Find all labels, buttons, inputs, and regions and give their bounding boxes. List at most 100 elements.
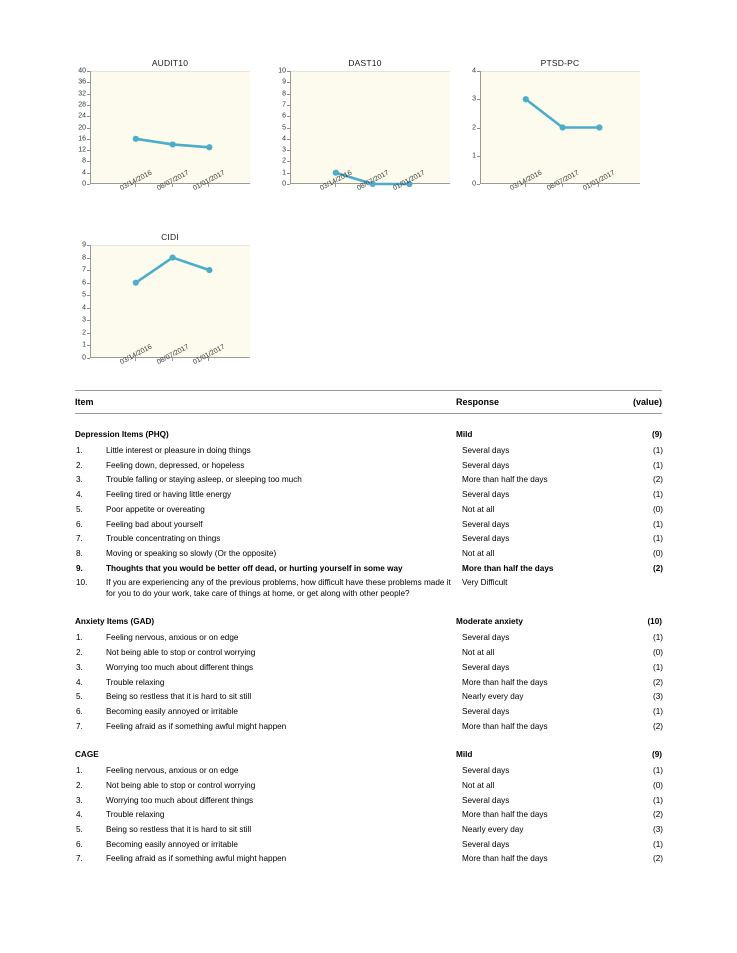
y-axis: 0 1 2 3 4 5 6 7 8 9 xyxy=(70,242,90,362)
chart-title: PTSD-PC xyxy=(540,58,580,68)
row-value: (1) xyxy=(652,490,663,500)
row-response: Several days xyxy=(462,839,510,849)
table-row: 7. Feeling afraid as if something awful m… xyxy=(75,720,663,735)
y-axis: 0 1 2 3 4 5 6 7 8 9 10 xyxy=(270,68,290,188)
table-row: 9. Thoughts that you would be better off … xyxy=(75,562,663,577)
row-item-text: Feeling afraid as if something awful mig… xyxy=(106,721,287,731)
plot-background xyxy=(480,71,640,184)
series-line xyxy=(132,135,213,151)
row-response: Several days xyxy=(462,633,510,643)
row-number: 5. xyxy=(76,825,83,835)
row-number: 2. xyxy=(76,460,83,470)
y-axis-tick-label: 1 xyxy=(472,152,476,160)
row-number: 3. xyxy=(76,795,83,805)
row-item-text: Feeling down, depressed, or hopeless xyxy=(106,460,245,470)
table-row: 6. Becoming easily annoyed or irritable Se… xyxy=(75,838,663,853)
header-item: Item xyxy=(75,397,94,407)
plot-background xyxy=(90,71,250,184)
data-point xyxy=(206,267,213,274)
chart-title: DAST10 xyxy=(348,58,382,68)
y-axis-tick-label: 0 xyxy=(82,354,86,362)
row-item-text: Thoughts that you would be better off de… xyxy=(106,563,403,573)
row-item-text: Poor appetite or overeating xyxy=(106,504,205,514)
table-row: 3. Worrying too much about different thin… xyxy=(75,794,663,809)
y-axis-tick-label: 1 xyxy=(82,341,86,349)
row-number: 10. xyxy=(76,578,88,588)
chart-plot-area: 0 1 2 3 4 xyxy=(460,67,660,188)
row-value: (2) xyxy=(652,854,663,864)
table-row: 8. Moving or speaking so slowly (Or the o… xyxy=(75,547,663,562)
y-axis-tick-label: 5 xyxy=(82,291,86,299)
row-number: 6. xyxy=(76,706,83,716)
section-summary-value: (9) xyxy=(651,750,662,760)
table-row: 3. Worrying too much about different thin… xyxy=(75,661,663,676)
row-response: Nearly every day xyxy=(462,692,524,702)
row-number: 6. xyxy=(76,519,83,529)
y-axis-tick-label: 32 xyxy=(78,90,86,98)
row-value: (3) xyxy=(652,692,663,702)
y-axis-tick-label: 40 xyxy=(78,67,86,75)
row-number: 5. xyxy=(76,692,83,702)
row-response: Not at all xyxy=(462,648,495,658)
row-item-text: Trouble concentrating on things xyxy=(106,534,221,544)
y-axis-tick-label: 3 xyxy=(82,316,86,324)
x-axis: 03/14/2016 08/07/2017 01/01/2017 xyxy=(90,170,250,218)
section-title: Depression Items (PHQ) xyxy=(75,430,169,439)
row-number: 8. xyxy=(76,548,83,558)
table-row: 2. Not being able to stop or control worr… xyxy=(75,779,663,794)
row-response: Several days xyxy=(462,460,510,470)
row-item-text: Becoming easily annoyed or irritable xyxy=(106,839,238,849)
y-axis-tick-label: 6 xyxy=(82,279,86,287)
chart-row-bottom: CIDI 0 1 2 3 4 5 6 7 8 9 03/14/2016 08/07/2017 01/01/… xyxy=(70,232,670,392)
row-number: 7. xyxy=(76,721,83,731)
table-body: Depression Items (PHQ) Mild (9) 1. Little in… xyxy=(75,414,663,867)
section-header-row: Anxiety Items (GAD) Moderate anxiety (10) xyxy=(75,614,662,631)
y-axis-tick-label: 6 xyxy=(282,112,286,120)
row-number: 4. xyxy=(76,677,83,687)
y-axis-tick-label: 7 xyxy=(82,266,86,274)
row-number: 7. xyxy=(76,854,83,864)
y-axis-tick-label: 4 xyxy=(472,67,476,75)
row-item-text: Not being able to stop or control worryi… xyxy=(106,780,256,790)
data-point xyxy=(132,135,139,142)
x-axis: 03/14/2016 08/07/2017 01/01/2017 xyxy=(290,170,450,218)
row-item-text: Becoming easily annoyed or irritable xyxy=(106,706,238,716)
data-point xyxy=(206,144,213,151)
table-row: 3. Trouble falling or staying asleep, or … xyxy=(75,473,663,488)
y-axis-tick-label: 2 xyxy=(282,157,286,165)
row-item-text: If you are experiencing any of the previ… xyxy=(106,578,451,598)
data-point xyxy=(132,279,139,286)
chart-plot-area: 0 1 2 3 4 5 6 7 8 9 10 xyxy=(270,68,460,188)
row-response: More than half the days xyxy=(462,810,548,820)
row-item-text: Trouble falling or staying asleep, or sl… xyxy=(106,475,302,485)
row-response: More than half the days xyxy=(462,475,548,485)
row-response: More than half the days xyxy=(462,854,548,864)
y-axis-tick-label: 3 xyxy=(282,146,286,154)
section-title: Anxiety Items (GAD) xyxy=(75,617,155,627)
row-item-text: Worrying too much about different things xyxy=(106,662,254,672)
y-axis-tick-label: 0 xyxy=(472,180,476,188)
y-axis: 0 4 8 12 16 20 24 28 32 36 40 xyxy=(70,67,90,188)
row-value: (0) xyxy=(652,548,663,558)
row-response: Several days xyxy=(462,795,510,805)
data-point xyxy=(522,96,529,103)
table-row: 5. Being so restless that it is hard to s… xyxy=(75,690,663,705)
y-axis-tick-label: 8 xyxy=(282,90,286,98)
header-value: (value) xyxy=(632,397,662,407)
row-number: 4. xyxy=(76,810,83,820)
y-axis-tick-label: 2 xyxy=(82,329,86,337)
row-item-text: Feeling nervous, anxious or on edge xyxy=(106,633,239,643)
row-item-text: Moving or speaking so slowly (Or the opp… xyxy=(106,548,277,558)
x-axis: 03/14/2016 08/07/2017 01/01/2017 xyxy=(90,344,250,392)
table-row: 1. Feeling nervous, anxious or on edge Sev… xyxy=(75,764,663,779)
plot-background xyxy=(90,245,250,358)
row-number: 4. xyxy=(76,490,83,500)
y-axis-tick-label: 20 xyxy=(78,124,86,131)
chart-ptsd-pc: PTSD-PC 0 1 2 3 4 03/14/2016 08/07/2017 01/01/20… xyxy=(460,58,660,218)
row-number: 3. xyxy=(76,475,83,485)
row-value: (1) xyxy=(652,534,663,544)
y-axis: 0 1 2 3 4 xyxy=(460,67,480,188)
chart-dast10: DAST10 0 1 2 3 4 5 6 7 8 9 10 03/14/2016 08/07/2017 01… xyxy=(270,58,460,218)
